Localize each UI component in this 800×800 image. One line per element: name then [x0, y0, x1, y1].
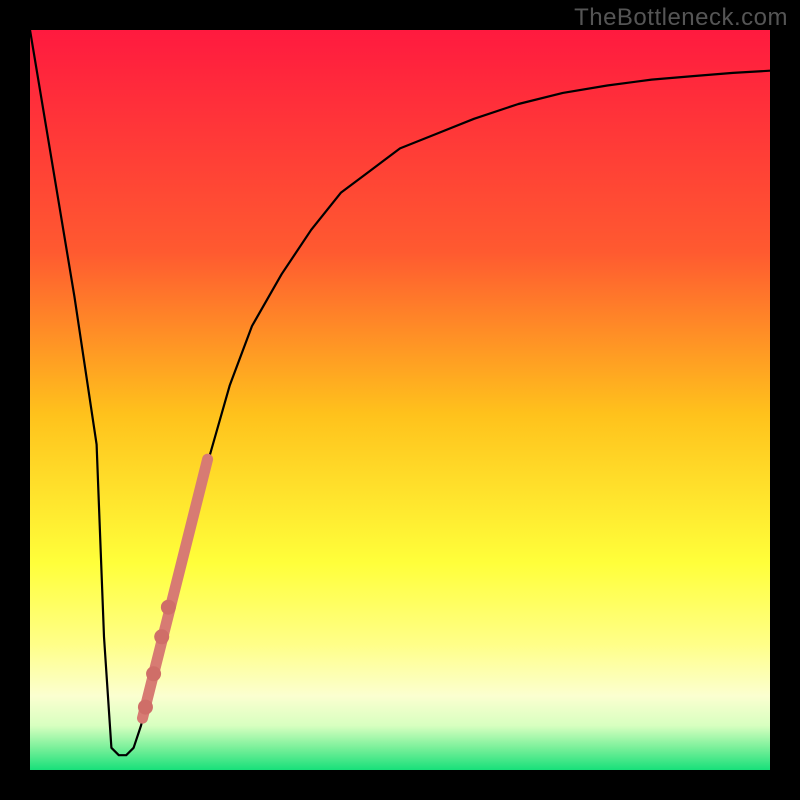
bottleneck-chart	[30, 30, 770, 770]
plot-area	[30, 30, 770, 770]
watermark-text: TheBottleneck.com	[574, 4, 788, 32]
chart-frame: TheBottleneck.com	[0, 0, 800, 800]
